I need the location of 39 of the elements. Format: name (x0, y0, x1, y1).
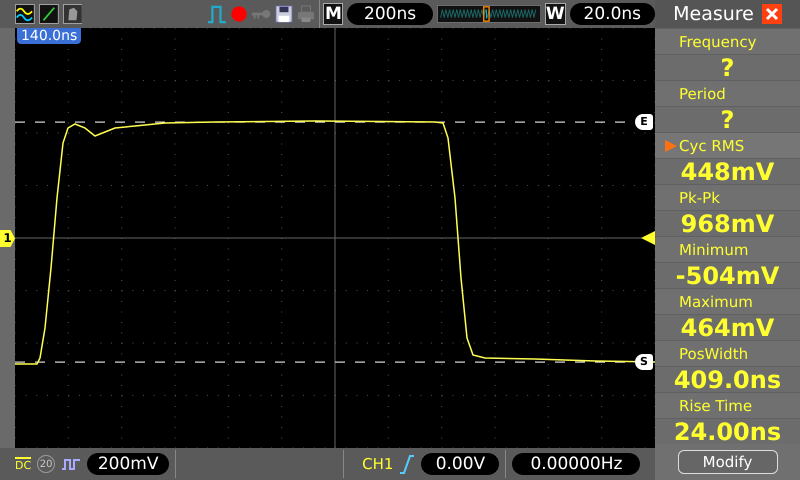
selection-arrow-icon (665, 140, 677, 152)
measurement-label: Maximum (679, 293, 753, 311)
timebase-readout: 200ns (347, 3, 433, 25)
trigger-time-label: 140.0ns (17, 28, 82, 44)
measurement-value: 464mV (655, 314, 800, 340)
measurement-label: Period (679, 85, 726, 103)
measurement-label: Minimum (679, 241, 749, 259)
square-wave-icon (61, 457, 82, 471)
measurement-value: ? (655, 106, 800, 132)
modify-button[interactable]: Modify (678, 450, 778, 474)
volts-per-div-readout: 200mV (87, 453, 170, 475)
window-label: W (544, 3, 566, 25)
measurement-label: Rise Time (679, 397, 752, 415)
image-icon[interactable] (62, 3, 82, 25)
measurement-value: -504mV (655, 262, 800, 288)
cursor-marker: E (635, 114, 653, 130)
window-delay-readout: 20.0ns (570, 3, 655, 25)
trigger-level-marker (641, 231, 655, 245)
waveform-icon[interactable] (15, 3, 35, 25)
pulse-icon[interactable] (206, 3, 227, 25)
measurement-value: 24.00ns (655, 418, 800, 444)
measurement-label: Frequency (679, 33, 756, 51)
measurement-value: 968mV (655, 210, 800, 236)
trigger-source: CH1 (362, 454, 394, 475)
coupling-indicator: DC (15, 457, 32, 471)
measurement-value: 448mV (655, 158, 800, 184)
rising-edge-icon (399, 454, 416, 474)
measurement-label: Pk-Pk (679, 189, 720, 207)
close-icon[interactable] (762, 4, 782, 24)
frequency-readout: 0.00000Hz (512, 453, 640, 475)
measurement-value: 409.0ns (655, 366, 800, 392)
measurement-label: PosWidth (679, 345, 748, 363)
bandwidth-limit-indicator: 20 (37, 455, 56, 473)
trigger-level-readout: 0.00V (421, 453, 500, 475)
cursor-marker: S (635, 354, 653, 370)
measurement-value: ? (655, 54, 800, 80)
panel-title: Measure (673, 2, 754, 27)
menu-label: M (323, 3, 344, 25)
measurement-label: Cyc RMS (679, 137, 744, 155)
